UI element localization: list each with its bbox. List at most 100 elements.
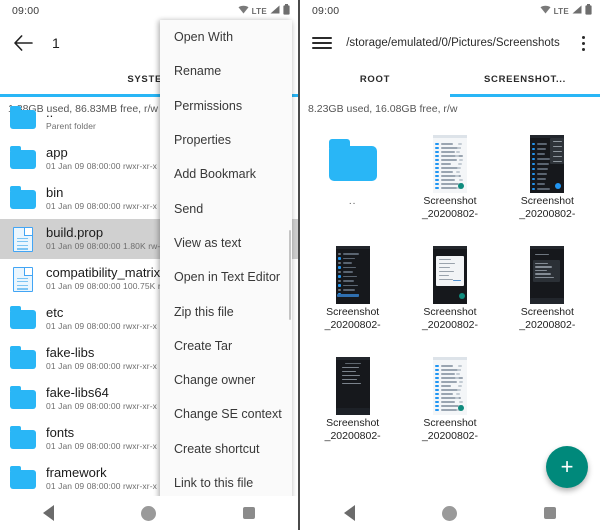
file-name: fake-libs (46, 345, 95, 360)
file-name: compatibility_matrix. (46, 265, 164, 280)
folder-icon (8, 144, 38, 174)
context-menu-item[interactable]: Send (160, 191, 292, 225)
grid-item[interactable]: Screenshot _20200802- (499, 238, 596, 345)
file-name: fake-libs64 (46, 385, 109, 400)
network-type-label: LTE (251, 6, 267, 16)
context-menu-item[interactable]: Rename (160, 54, 292, 88)
left-phone-panel: 09:00 LTE 1 SYSTEM 1.88GB used, 86.83MB … (0, 0, 298, 530)
context-menu-item[interactable]: Open in Text Editor (160, 260, 292, 294)
context-menu-item[interactable]: Create shortcut (160, 432, 292, 466)
grid-item-label: Screenshot _20200802- (324, 305, 381, 331)
path-breadcrumb[interactable]: /storage/emulated/0/Pictures/Screenshots (332, 37, 574, 49)
folder-icon (8, 344, 38, 374)
nav-bar-right (300, 496, 600, 530)
right-storage-info: 8.23GB used, 16.08GB free, r/w (308, 102, 458, 115)
add-fab-button[interactable]: + (546, 446, 588, 488)
nav-recents-icon[interactable] (544, 507, 557, 519)
context-menu-item[interactable]: Change owner (160, 363, 292, 397)
status-icons-right: LTE (540, 4, 592, 18)
nav-home-icon[interactable] (441, 505, 457, 521)
grid-item-label: .. (348, 195, 357, 207)
nav-recents-icon[interactable] (242, 507, 255, 519)
grid-item-label: Screenshot _20200802- (519, 194, 576, 220)
context-menu-item[interactable]: Zip this file (160, 294, 292, 328)
context-menu-item[interactable]: Create Tar (160, 329, 292, 363)
image-thumbnail (335, 356, 370, 415)
grid-item[interactable]: .. (304, 127, 401, 234)
tab-screenshots[interactable]: SCREENSHOT... (450, 64, 600, 94)
arrow-back-icon[interactable] (10, 30, 36, 56)
dual-phone-screenshot: 09:00 LTE 1 SYSTEM 1.88GB used, 86.83MB … (0, 0, 600, 530)
file-name: etc (46, 305, 64, 320)
tab-root[interactable]: ROOT (300, 64, 450, 94)
image-thumbnail (432, 356, 467, 415)
context-menu-item[interactable]: Change SE context (160, 397, 292, 431)
thumbnail-grid[interactable]: .. Screenshot _20200802- Screenshot _2020080… (300, 121, 600, 456)
context-menu-item[interactable]: Link to this file (160, 466, 292, 500)
grid-item-label: Screenshot _20200802- (519, 305, 576, 331)
context-menu-item[interactable]: Properties (160, 123, 292, 157)
file-text: .. Parent folder (46, 105, 96, 133)
wifi-icon (540, 5, 551, 17)
file-name: framework (46, 465, 107, 480)
file-text: app 01 Jan 09 08:00:00 rwxr-xr-x (46, 145, 157, 173)
image-thumbnail (530, 134, 565, 193)
status-icons-left: LTE (238, 4, 290, 18)
battery-icon (585, 4, 592, 18)
file-text: framework 01 Jan 09 08:00:00 rwxr-xr-x (46, 465, 157, 493)
thumbnail-wrapper (432, 244, 467, 306)
status-clock-right: 09:00 (312, 5, 340, 17)
file-meta: 01 Jan 09 08:00:00 1.80K rw- (46, 241, 161, 251)
context-menu-item[interactable]: View as text (160, 226, 292, 260)
file-meta: 01 Jan 09 08:00:00 rwxr-xr-x (46, 481, 157, 491)
grid-item[interactable]: Screenshot _20200802- (401, 127, 498, 234)
thumbnail-wrapper (432, 355, 467, 417)
grid-item[interactable]: Screenshot _20200802- (499, 127, 596, 234)
grid-item[interactable]: Screenshot _20200802- (304, 349, 401, 456)
file-name: fonts (46, 425, 75, 440)
folder-icon (8, 184, 38, 214)
context-menu-item[interactable]: Permissions (160, 89, 292, 123)
document-icon (8, 264, 38, 294)
network-type-label: LTE (553, 6, 569, 16)
image-thumbnail (335, 245, 370, 304)
context-menu-item[interactable]: Open With (160, 20, 292, 54)
folder-icon (8, 104, 38, 134)
file-name: app (46, 145, 68, 160)
context-menu[interactable]: Open With Rename Permissions Properties Add … (160, 20, 292, 512)
file-text: build.prop 01 Jan 09 08:00:00 1.80K rw- (46, 225, 160, 253)
file-text: compatibility_matrix. 01 Jan 09 08:00:00 … (46, 265, 164, 293)
grid-item[interactable]: Screenshot _20200802- (401, 349, 498, 456)
file-meta: 01 Jan 09 08:00:00 rwxr-xr-x (46, 321, 157, 331)
document-icon (8, 224, 38, 254)
file-meta: 01 Jan 09 08:00:00 rwxr-xr-x (46, 441, 157, 451)
right-tab-strip: ROOT SCREENSHOT... (300, 64, 600, 94)
thumbnail-wrapper (530, 244, 565, 306)
thumbnail-wrapper (432, 133, 467, 195)
right-tab-indicator (300, 94, 600, 97)
file-meta: 01 Jan 09 08:00:00 rwxr-xr-x (46, 401, 157, 411)
folder-icon (8, 464, 38, 494)
battery-icon (283, 4, 290, 18)
file-name: .. (46, 105, 54, 120)
nav-back-icon[interactable] (343, 505, 355, 521)
grid-item[interactable]: Screenshot _20200802- (401, 238, 498, 345)
thumbnail-wrapper (328, 133, 377, 195)
nav-home-icon[interactable] (140, 505, 156, 521)
nav-back-icon[interactable] (43, 505, 55, 521)
folder-icon (8, 304, 38, 334)
wifi-icon (238, 5, 249, 17)
right-toolbar: /storage/emulated/0/Pictures/Screenshots (300, 22, 600, 64)
grid-item-label: Screenshot _20200802- (421, 194, 479, 220)
file-text: bin 01 Jan 09 08:00:00 rwxr-xr-x (46, 185, 157, 213)
grid-item-label: Screenshot _20200802- (324, 416, 381, 442)
nav-bar-left (0, 496, 298, 530)
kebab-menu-icon[interactable] (574, 35, 592, 51)
context-menu-item[interactable]: Add Bookmark (160, 157, 292, 191)
selection-count: 1 (52, 35, 60, 51)
grid-item-label: Screenshot _20200802- (421, 416, 479, 442)
tab-indicator-screenshots (450, 94, 600, 97)
hamburger-icon[interactable] (312, 37, 332, 49)
context-menu-scrollbar[interactable] (289, 230, 291, 320)
grid-item[interactable]: Screenshot _20200802- (304, 238, 401, 345)
